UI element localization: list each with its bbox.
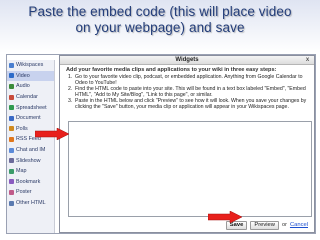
slideshow-icon bbox=[9, 158, 14, 164]
step-text: Go to your favorite video clip, podcast,… bbox=[75, 74, 303, 87]
sidebar-item-label: Poster bbox=[16, 189, 32, 196]
step-text: Find the HTML code to paste into your si… bbox=[75, 86, 306, 99]
sidebar-item-audio[interactable]: Audio bbox=[7, 81, 54, 92]
sidebar-item-label: Wikispaces bbox=[16, 62, 44, 69]
instruction-step: 3. Paste in the HTML below and click "Pr… bbox=[68, 98, 312, 110]
sidebar-item-video[interactable]: Video bbox=[7, 70, 54, 82]
document-icon bbox=[9, 115, 14, 121]
polls-icon bbox=[9, 126, 14, 132]
sidebar-item-label: Bookmark bbox=[16, 178, 41, 185]
sidebar-item-label: Video bbox=[16, 72, 30, 79]
rss-icon bbox=[9, 136, 14, 142]
close-icon[interactable]: x bbox=[304, 57, 311, 64]
dialog-title-bar: Widgets x bbox=[60, 56, 314, 65]
sidebar-item-document[interactable]: Document bbox=[7, 113, 54, 124]
sidebar-item-label: Polls bbox=[16, 125, 28, 132]
sidebar-item-label: Audio bbox=[16, 83, 30, 90]
sidebar-item-label: Chat and IM bbox=[16, 147, 46, 154]
sidebar-item-label: Slideshow bbox=[16, 157, 41, 164]
sidebar-item-map[interactable]: Map bbox=[7, 166, 54, 177]
arrow-right-icon bbox=[208, 211, 242, 223]
arrow-right-icon bbox=[35, 128, 69, 140]
other-html-icon bbox=[9, 200, 14, 206]
sidebar-item-label: Map bbox=[16, 168, 27, 175]
preview-button[interactable]: Preview bbox=[250, 220, 279, 230]
spreadsheet-icon bbox=[9, 105, 14, 111]
sidebar-item-label: Spreadsheet bbox=[16, 104, 47, 111]
slide-title: Paste the embed code (this will place vi… bbox=[8, 4, 312, 36]
sidebar-item-label: Document bbox=[16, 115, 41, 122]
wikispaces-icon bbox=[9, 62, 14, 68]
widgets-dialog: Widgets x Add your favorite media clips … bbox=[59, 55, 315, 233]
calendar-icon bbox=[9, 94, 14, 100]
step-number: 3. bbox=[68, 98, 73, 105]
instructions-list: 1. Go to your favorite video clip, podca… bbox=[68, 74, 312, 111]
sidebar-item-label: Calendar bbox=[16, 94, 38, 101]
sidebar-item-spreadsheet[interactable]: Spreadsheet bbox=[7, 102, 54, 113]
map-icon bbox=[9, 168, 14, 174]
dialog-intro: Add your favorite media clips and applic… bbox=[66, 67, 277, 73]
sidebar-item-slideshow[interactable]: Slideshow bbox=[7, 155, 54, 166]
sidebar-item-chat-and-im[interactable]: Chat and IM bbox=[7, 145, 54, 156]
sidebar-item-wikispaces[interactable]: Wikispaces bbox=[7, 60, 54, 71]
sidebar-item-calendar[interactable]: Calendar bbox=[7, 92, 54, 103]
embed-code-textarea[interactable] bbox=[68, 121, 312, 217]
dialog-title: Widgets bbox=[175, 57, 199, 63]
bookmark-icon bbox=[9, 179, 14, 185]
sidebar-item-label: Other HTML bbox=[16, 200, 46, 207]
widget-sidebar: Wikispaces Video Audio Calendar Spreadsheet D… bbox=[7, 60, 55, 233]
sidebar-item-other-html[interactable]: Other HTML bbox=[7, 198, 54, 209]
step-number: 1. bbox=[68, 74, 73, 80]
slide-title-line-2: on your webpage) and save bbox=[75, 20, 245, 35]
instruction-step: 2. Find the HTML code to paste into your… bbox=[68, 86, 312, 98]
chat-icon bbox=[9, 147, 14, 153]
sidebar-item-poster[interactable]: Poster bbox=[7, 187, 54, 198]
video-icon bbox=[9, 73, 14, 79]
step-text: Paste in the HTML below and click "Previ… bbox=[75, 98, 307, 111]
audio-icon bbox=[9, 83, 14, 89]
screenshot-frame: Wikispaces Video Audio Calendar Spreadsheet D… bbox=[6, 54, 316, 234]
cancel-link[interactable]: Cancel bbox=[290, 222, 308, 228]
poster-icon bbox=[9, 189, 14, 195]
instruction-step: 1. Go to your favorite video clip, podca… bbox=[68, 74, 312, 86]
sidebar-item-bookmark[interactable]: Bookmark bbox=[7, 177, 54, 188]
or-text: or bbox=[281, 222, 287, 228]
step-number: 2. bbox=[68, 86, 73, 93]
slide-title-line-1: Paste the embed code (this will place vi… bbox=[28, 4, 292, 19]
